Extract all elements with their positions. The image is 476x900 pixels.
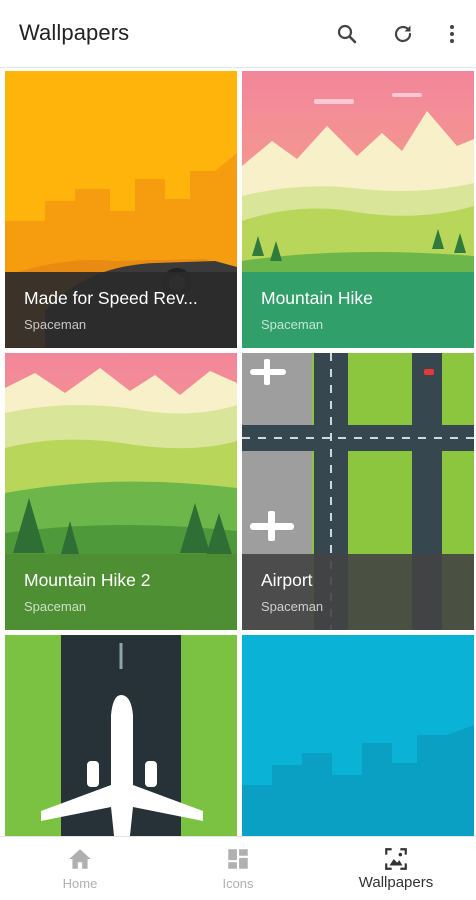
search-button[interactable] <box>331 18 363 50</box>
page-title: Wallpapers <box>19 20 130 45</box>
refresh-button[interactable] <box>387 18 419 50</box>
nav-label-wallpapers: Wallpapers <box>358 874 434 891</box>
search-icon <box>337 24 357 44</box>
wallpaper-author: Spaceman <box>261 317 324 332</box>
wallpaper-name: Airport <box>261 570 313 590</box>
refresh-icon <box>394 25 412 43</box>
wallpaper-name: Mountain Hike 2 <box>24 570 151 590</box>
wallpaper-caption: Airport Spaceman <box>242 554 474 630</box>
wallpaper-name: Mountain Hike <box>261 288 373 308</box>
wallpaper-card-runway[interactable] <box>5 635 237 836</box>
nav-label-icons: Icons <box>222 876 254 891</box>
home-icon <box>69 849 91 869</box>
wallpaper-card-airport[interactable]: Airport Spaceman <box>242 353 474 630</box>
wallpaper-card-mountain-hike-2[interactable]: Mountain Hike 2 Spaceman <box>5 353 237 630</box>
wallpaper-author: Spaceman <box>24 599 87 614</box>
wallpaper-name: Made for Speed Rev... <box>24 288 198 308</box>
nav-item-home[interactable]: Home <box>1 837 159 900</box>
wallpaper-caption: Made for Speed Rev... Spaceman <box>5 272 237 348</box>
app-bar: Wallpapers <box>0 0 476 68</box>
wallpaper-author: Spaceman <box>261 599 324 614</box>
overflow-menu-button[interactable] <box>436 18 468 50</box>
wallpaper-thumbnail <box>5 635 237 836</box>
wallpaper-caption: Mountain Hike Spaceman <box>242 272 474 348</box>
wallpaper-thumbnail <box>242 635 474 836</box>
nav-label-home: Home <box>62 876 98 891</box>
wallpaper-card-city-blue[interactable] <box>242 635 474 836</box>
wallpaper-card-mountain-hike[interactable]: Mountain Hike Spaceman <box>242 71 474 348</box>
more-vert-icon <box>450 25 454 43</box>
nav-item-icons[interactable]: Icons <box>159 837 317 900</box>
wallpaper-icon <box>385 848 407 870</box>
wallpaper-grid: Made for Speed Rev... Spaceman Mountain … <box>0 68 476 836</box>
nav-item-wallpapers[interactable]: Wallpapers <box>317 837 475 900</box>
wallpaper-card-speed[interactable]: Made for Speed Rev... Spaceman <box>5 71 237 348</box>
wallpaper-author: Spaceman <box>24 317 87 332</box>
wallpaper-caption: Mountain Hike 2 Spaceman <box>5 554 237 630</box>
bottom-navigation: Home Icons Wallpapers <box>0 836 476 900</box>
grid-icon <box>228 849 248 869</box>
